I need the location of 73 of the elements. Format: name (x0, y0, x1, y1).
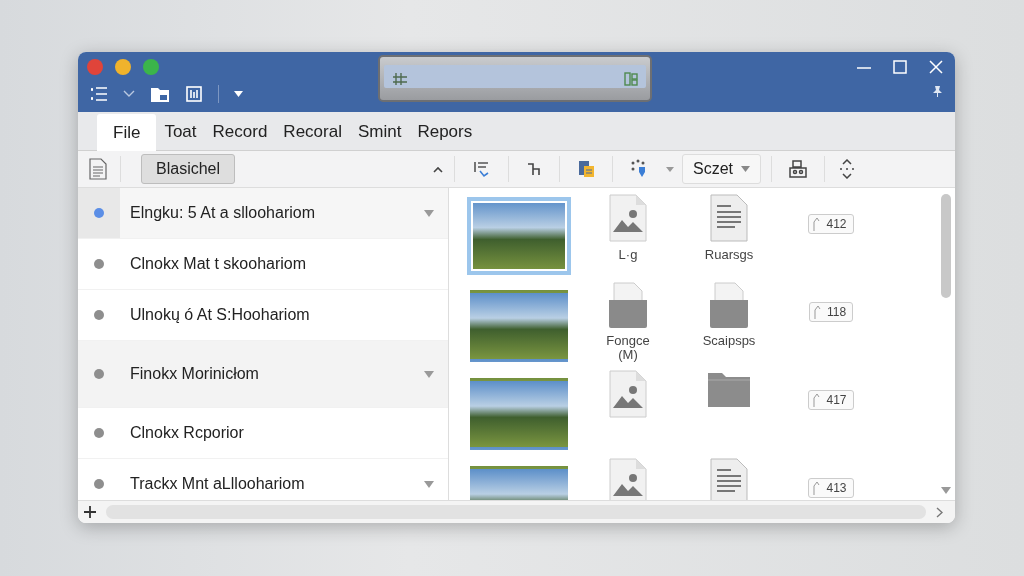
tag-icon (813, 393, 821, 407)
status-dot (94, 428, 104, 438)
dropdown-arrow-icon[interactable] (234, 91, 243, 97)
dropdown-arrow-icon[interactable] (666, 166, 675, 172)
caret-up-icon[interactable] (433, 165, 444, 173)
sidebar-item[interactable]: Clnokx Rcporior (78, 408, 448, 459)
ribbon-tab[interactable]: Repors (409, 114, 481, 150)
item-label: Elngku: 5 At a slloohariom (129, 204, 316, 222)
item-label: Ulnokų ó At S:Hoohariom (129, 306, 311, 324)
image-file-icon[interactable] (609, 458, 647, 500)
dropdown-arrow-icon[interactable] (424, 209, 434, 217)
file-name: Scaipsps (702, 334, 756, 349)
files-icon[interactable] (577, 160, 596, 178)
list-icon[interactable] (90, 85, 108, 103)
dropdown-arrow-icon[interactable] (424, 370, 434, 378)
move-icon[interactable] (839, 159, 856, 179)
sidebar-item[interactable]: Elngku: 5 At a slloohariom (78, 188, 448, 239)
item-label: Trackx Mnt aLlloohariom (129, 475, 306, 493)
item-label: Finokx Morinicłom (129, 365, 260, 383)
tag-label: 118 (808, 302, 854, 322)
tag-icon (813, 305, 821, 319)
dropdown-arrow-icon[interactable] (424, 480, 434, 488)
landscape-photo[interactable] (467, 197, 571, 275)
close-dot[interactable] (87, 59, 103, 75)
status-dot (94, 208, 104, 218)
dropdown-arrow-icon (741, 166, 751, 172)
view-button[interactable]: Blasichel (141, 154, 236, 184)
sidebar-item[interactable]: Clnokx Mat t skoohariom (78, 239, 448, 290)
document-icon[interactable] (710, 194, 748, 242)
status-dot (94, 479, 104, 489)
tag-label: 412 (808, 214, 854, 234)
add-icon[interactable] (84, 506, 96, 518)
tag-icon (813, 481, 821, 495)
close-icon[interactable] (929, 60, 943, 74)
landscape-photo[interactable] (470, 290, 568, 362)
tag-label: 413 (808, 478, 854, 498)
folder-file-icon[interactable] (709, 282, 749, 328)
file-name: Fongce (M) (605, 334, 651, 363)
item-label: Clnokx Rcporior (129, 424, 245, 442)
scroll-down-icon[interactable] (941, 487, 951, 494)
chevron-down-icon[interactable] (123, 90, 135, 98)
folder-icon[interactable] (707, 370, 751, 408)
ribbon-tab[interactable]: Toat (156, 114, 205, 150)
file-name: L·g (618, 248, 638, 263)
grid-icon (624, 71, 638, 86)
maximize-icon[interactable] (893, 60, 907, 74)
chevron-right-icon[interactable] (936, 506, 943, 518)
select-dropdown[interactable]: Sczet (682, 154, 762, 184)
ribbon-tab[interactable]: Record (204, 114, 276, 150)
image-file-icon[interactable] (609, 370, 647, 418)
status-dot (94, 310, 104, 320)
status-dot (94, 259, 104, 269)
folder-file-icon[interactable] (608, 282, 648, 328)
folder-icon[interactable] (150, 85, 170, 103)
scrollbar-thumb[interactable] (941, 194, 951, 298)
minimize-dot[interactable] (115, 59, 131, 75)
ribbon-tab[interactable]: Recoral (275, 114, 350, 150)
pin-icon[interactable] (932, 86, 943, 97)
tag-icon (813, 217, 821, 231)
item-label: Clnokx Mat t skoohariom (129, 255, 308, 273)
zoom-dot[interactable] (143, 59, 159, 75)
grid-icon (392, 71, 408, 86)
tag-label: 417 (808, 390, 854, 410)
status-dot (94, 369, 104, 379)
sidebar-item[interactable]: Finokx Morinicłom (78, 341, 448, 408)
image-file-icon[interactable] (609, 194, 647, 242)
landscape-photo[interactable] (470, 378, 568, 450)
ribbon-tab[interactable]: Smint (349, 114, 410, 150)
document-icon[interactable] (710, 458, 748, 500)
ribbon-tab[interactable]: File (97, 114, 157, 151)
frame-icon[interactable] (185, 85, 203, 103)
file-name: Ruarsgs (704, 248, 754, 263)
document-icon[interactable] (88, 158, 108, 180)
